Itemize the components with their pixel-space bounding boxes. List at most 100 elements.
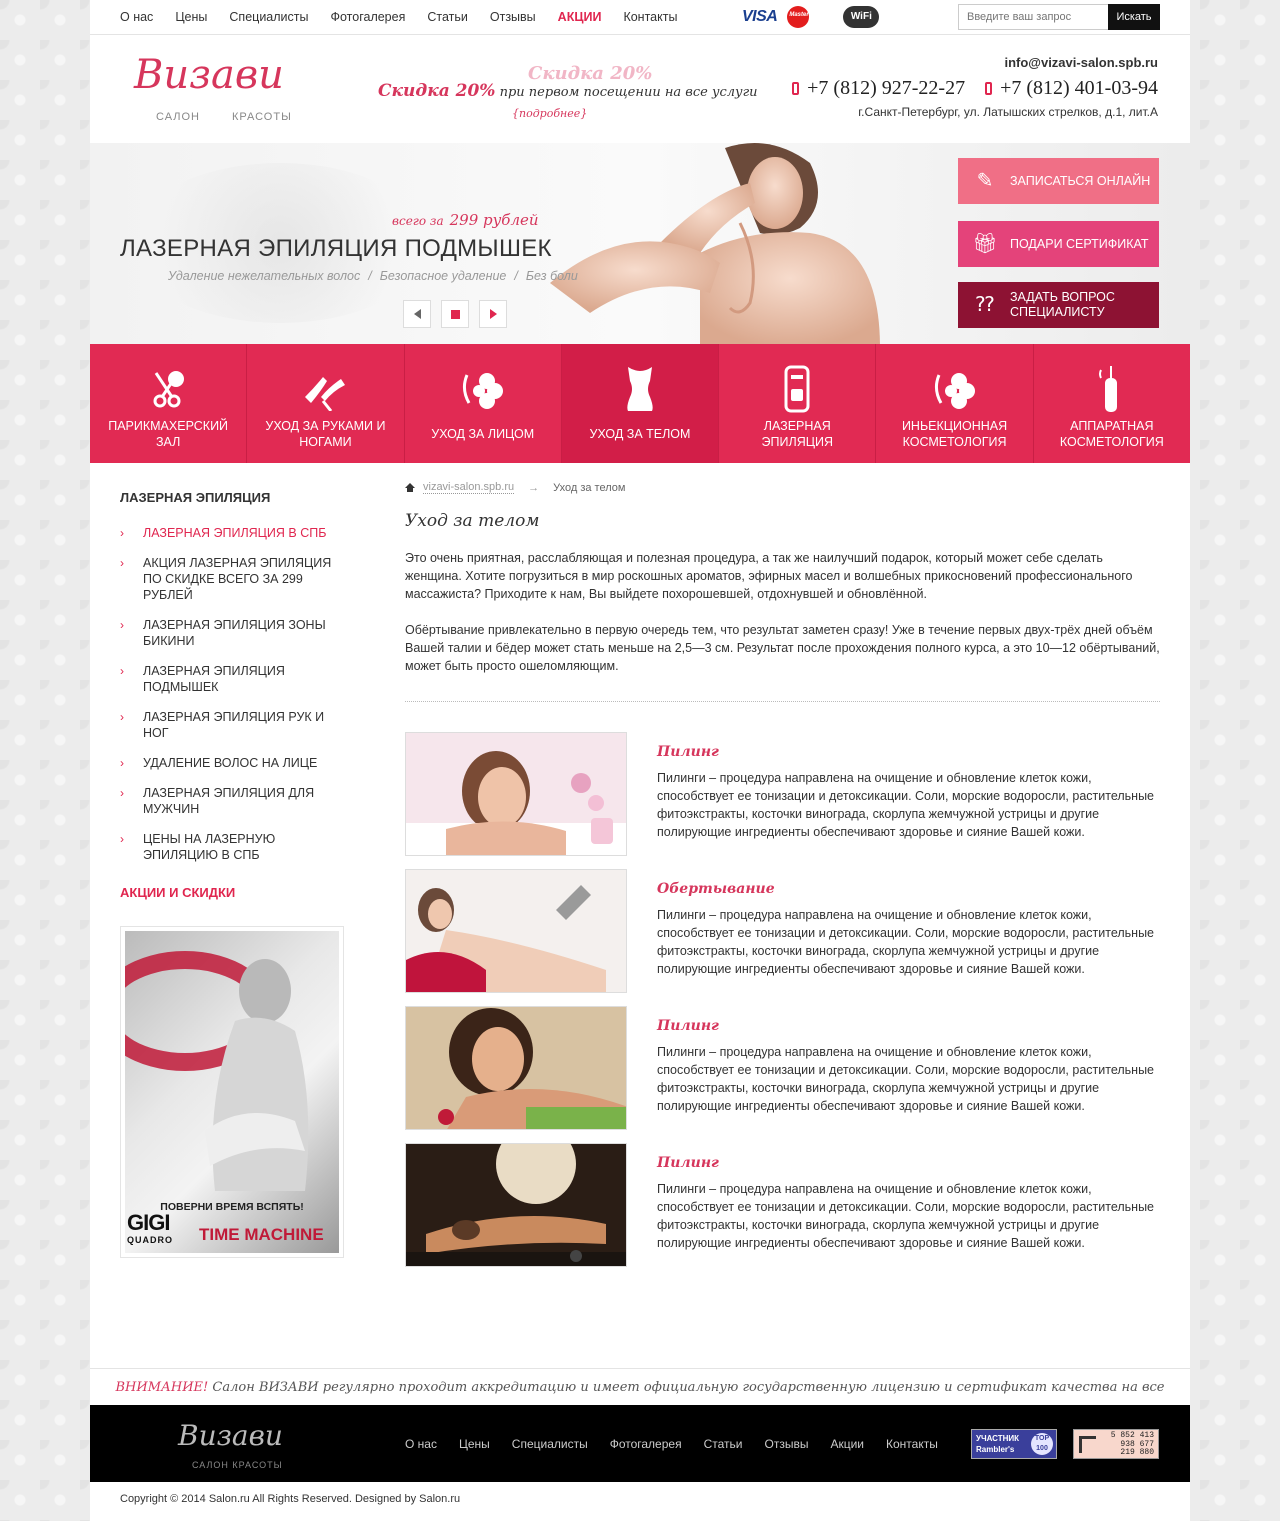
- book-online-button[interactable]: ✎ ЗАПИСАТЬСЯ ОНЛАЙН: [958, 158, 1159, 204]
- sidebar-item-promo-299[interactable]: АКЦИЯ ЛАЗЕРНАЯ ЭПИЛЯЦИЯ ПО СКИДКЕ ВСЕГО …: [120, 555, 350, 603]
- payment-icons: VISA MasterCard WiFi: [742, 6, 880, 28]
- promo-brand: GIGI QUADRO: [127, 1210, 173, 1245]
- footer: Визави САЛОН КРАСОТЫ О нас Цены Специали…: [90, 1405, 1190, 1482]
- rambler-top100-badge[interactable]: УЧАСТНИК Rambler's TOP 100: [971, 1429, 1057, 1459]
- gift-certificate-button[interactable]: 🎁︎ ПОДАРИ СЕРТИФИКАТ: [958, 221, 1159, 267]
- category-apparatus[interactable]: АППАРАТНАЯ КОСМЕТОЛОГИЯ: [1034, 344, 1190, 463]
- slider-next-button[interactable]: [479, 300, 507, 328]
- contact-email[interactable]: info@vizavi-salon.spb.ru: [1004, 55, 1158, 70]
- promo-text: при первом посещении на все услуги: [499, 85, 758, 100]
- slider-prev-button[interactable]: [403, 300, 431, 328]
- category-nav: ПАРИКМАХЕРСКИЙ ЗАЛ УХОД ЗА РУКАМИ И НОГА…: [90, 344, 1190, 463]
- search-button[interactable]: Искать: [1108, 4, 1160, 30]
- visa-icon: VISA: [742, 8, 778, 25]
- topnav-item-reviews[interactable]: Отзывы: [490, 0, 536, 35]
- sidebar-item-face[interactable]: УДАЛЕНИЕ ВОЛОС НА ЛИЦЕ: [120, 755, 350, 771]
- divider: [405, 701, 1160, 702]
- topnav-item-gallery[interactable]: Фотогалерея: [330, 0, 405, 35]
- topnav-item-specialists[interactable]: Специалисты: [229, 0, 308, 35]
- promo-discount: Скидка 20%: [378, 81, 496, 101]
- footer-nav-articles[interactable]: Статьи: [704, 1437, 743, 1451]
- service-image[interactable]: [405, 869, 627, 993]
- footer-nav-contacts[interactable]: Контакты: [886, 1437, 938, 1451]
- service-image[interactable]: [405, 1143, 627, 1267]
- sidebar-item-underarms[interactable]: ЛАЗЕРНАЯ ЭПИЛЯЦИЯ ПОДМЫШЕК: [120, 663, 350, 695]
- slider-controls: [403, 300, 507, 328]
- hands-icon: [300, 364, 350, 414]
- slider-stop-button[interactable]: [441, 300, 469, 328]
- face-flower-icon: [458, 364, 508, 414]
- arrow-right-icon: →: [528, 481, 540, 494]
- apparatus-icon: [1087, 364, 1137, 414]
- footer-nav-promotions[interactable]: Акции: [830, 1437, 864, 1451]
- accreditation-notice: ВНИМАНИЕ! Салон ВИЗАВИ регулярно проходи…: [90, 1368, 1190, 1432]
- notice-label: ВНИМАНИЕ!: [115, 1380, 209, 1395]
- service-title[interactable]: Пилинг: [657, 1018, 719, 1034]
- sidebar-item-arms-legs[interactable]: ЛАЗЕРНАЯ ЭПИЛЯЦИЯ РУК И НОГ: [120, 709, 350, 741]
- service-title[interactable]: Пилинг: [657, 744, 719, 760]
- logo[interactable]: Визави САЛОН КРАСОТЫ: [120, 49, 292, 129]
- footer-nav-gallery[interactable]: Фотогалерея: [610, 1437, 682, 1451]
- site-header: Визави САЛОН КРАСОТЫ Скидка 20% Скидка 20…: [90, 35, 1190, 143]
- topnav-item-contacts[interactable]: Контакты: [623, 0, 677, 35]
- page-title: Уход за телом: [405, 511, 540, 531]
- page-wrapper: О нас Цены Специалисты Фотогалерея Стать…: [90, 0, 1190, 1521]
- promo-banner[interactable]: ПОВЕРНИ ВРЕМЯ ВСПЯТЬ! GIGI QUADRO TIME MA…: [120, 926, 344, 1258]
- phone-2[interactable]: +7 (812) 401-03-94: [985, 77, 1158, 100]
- topnav-item-articles[interactable]: Статьи: [427, 0, 468, 35]
- phone-1[interactable]: +7 (812) 927-22-27: [792, 77, 965, 100]
- home-icon[interactable]: [405, 482, 415, 493]
- promo-more-link[interactable]: {подробнее}: [512, 107, 587, 120]
- service-item: Пилинг Пилинги – процедура направлена на…: [405, 732, 1160, 856]
- breadcrumb: vizavi-salon.spb.ru → Уход за телом: [405, 481, 625, 494]
- corset-icon: [615, 364, 665, 414]
- pencil-icon: ✎: [976, 170, 994, 192]
- service-title[interactable]: Обертывание: [657, 881, 775, 897]
- ask-specialist-button[interactable]: ⁇ ЗАДАТЬ ВОПРОС СПЕЦИАЛИСТУ: [958, 282, 1159, 328]
- scissors-icon: [143, 364, 193, 414]
- footer-nav-reviews[interactable]: Отзывы: [764, 1437, 808, 1451]
- top-bar: О нас Цены Специалисты Фотогалерея Стать…: [90, 0, 1190, 35]
- footer-logo[interactable]: Визави САЛОН КРАСОТЫ: [170, 1415, 300, 1475]
- sidebar-item-bikini[interactable]: ЛАЗЕРНАЯ ЭПИЛЯЦИЯ ЗОНЫ БИКИНИ: [120, 617, 350, 649]
- service-image[interactable]: [405, 1006, 627, 1130]
- footer-nav-specialists[interactable]: Специалисты: [512, 1437, 588, 1451]
- footer-nav-about[interactable]: О нас: [405, 1437, 437, 1451]
- sidebar-item-men[interactable]: ЛАЗЕРНАЯ ЭПИЛЯЦИЯ ДЛЯ МУЖЧИН: [120, 785, 350, 817]
- footer-nav-prices[interactable]: Цены: [459, 1437, 490, 1451]
- liveinternet-counter[interactable]: 5 852 413 938 677 219 880: [1073, 1429, 1159, 1459]
- breadcrumb-home[interactable]: vizavi-salon.spb.ru: [423, 481, 515, 494]
- category-body[interactable]: УХОД ЗА ТЕЛОМ: [561, 344, 720, 463]
- banner-title: ЛАЗЕРНАЯ ЭПИЛЯЦИЯ ПОДМЫШЕК: [120, 235, 552, 262]
- category-laser[interactable]: ЛАЗЕРНАЯ ЭПИЛЯЦИЯ: [719, 344, 877, 463]
- model-silhouette: [205, 959, 309, 1191]
- topnav-item-prices[interactable]: Цены: [175, 0, 207, 35]
- wifi-icon: WiFi: [843, 6, 880, 28]
- category-face[interactable]: УХОД ЗА ЛИЦОМ: [405, 344, 562, 463]
- topnav-item-about[interactable]: О нас: [120, 0, 153, 35]
- intro-text: Это очень приятная, расслабляющая и поле…: [405, 549, 1160, 693]
- service-text: Пилинги – процедура направлена на очищен…: [657, 771, 1155, 839]
- promo-banner-image: ПОВЕРНИ ВРЕМЯ ВСПЯТЬ! GIGI QUADRO TIME MA…: [125, 931, 339, 1253]
- promo-ghost-text: Скидка 20%: [528, 63, 653, 84]
- question-icon: ⁇: [975, 294, 995, 316]
- service-image[interactable]: [405, 732, 627, 856]
- logo-script: Визави: [134, 52, 284, 98]
- service-title[interactable]: Пилинг: [657, 1155, 719, 1171]
- model-photo: [550, 143, 880, 344]
- category-injection[interactable]: ИНЬЕКЦИОННАЯ КОСМЕТОЛОГИЯ: [876, 344, 1034, 463]
- topnav-item-promotions[interactable]: АКЦИИ: [558, 0, 602, 35]
- search-input[interactable]: [958, 4, 1108, 30]
- footer-nav: О нас Цены Специалисты Фотогалерея Стать…: [405, 1405, 960, 1482]
- service-text: Пилинги – процедура направлена на очищен…: [657, 1045, 1155, 1113]
- breadcrumb-current: Уход за телом: [553, 481, 626, 494]
- category-hairdressing[interactable]: ПАРИКМАХЕРСКИЙ ЗАЛ: [90, 344, 248, 463]
- logo-subtitle: САЛОН КРАСОТЫ: [156, 111, 292, 123]
- sidebar-item-prices[interactable]: ЦЕНЫ НА ЛАЗЕРНУЮ ЭПИЛЯЦИЮ В СПБ: [120, 831, 350, 863]
- sidebar-item-laser-spb[interactable]: ЛАЗЕРНАЯ ЭПИЛЯЦИЯ В СПБ: [120, 525, 350, 541]
- address: г.Санкт-Петербург, ул. Латышских стрелко…: [858, 105, 1158, 119]
- service-text: Пилинги – процедура направлена на очищен…: [657, 1182, 1155, 1250]
- category-hands-feet[interactable]: УХОД ЗА РУКАМИ И НОГАМИ: [247, 344, 405, 463]
- discount-promo: Скидка 20% Скидка 20% при первом посещен…: [378, 63, 758, 120]
- laser-device-icon: [772, 364, 822, 414]
